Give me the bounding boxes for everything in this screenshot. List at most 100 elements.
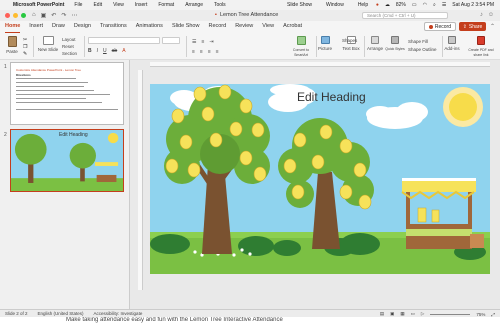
tab-acrobat[interactable]: Acrobat xyxy=(283,21,302,33)
record-label: Record xyxy=(434,23,451,30)
shape-fill-button[interactable]: Shape Fill xyxy=(408,38,437,46)
shapes-button[interactable]: Shapes xyxy=(342,38,357,43)
zoom-level[interactable]: 75% xyxy=(476,312,485,317)
quick-styles-label: Quick Styles xyxy=(385,47,405,51)
menu-view[interactable]: View xyxy=(113,2,124,8)
tab-animations[interactable]: Animations xyxy=(136,21,163,33)
align-center-icon[interactable]: ≡ xyxy=(200,49,203,55)
search-input[interactable]: Search (Cmd + Ctrl + U) xyxy=(362,12,448,19)
record-status-icon[interactable]: ● xyxy=(376,2,379,8)
horizontal-ruler xyxy=(150,62,490,67)
save-icon[interactable]: ▣ xyxy=(41,12,47,19)
quick-styles-button[interactable]: Quick Styles xyxy=(385,36,405,51)
tab-home[interactable]: Home xyxy=(5,21,21,33)
bold-icon[interactable]: B xyxy=(88,48,92,54)
window-title-bar: ⌂ ▣ ↶ ↷ ⋯ ▪ Lemon Tree Attendance Search… xyxy=(0,10,500,21)
cloud-icon[interactable]: ☁ xyxy=(385,2,390,8)
vertical-ruler xyxy=(138,70,143,290)
numbering-icon[interactable]: ≡ xyxy=(201,39,204,45)
spotlight-icon[interactable]: ⌕ xyxy=(433,2,436,8)
add-ins-label: Add-ins xyxy=(444,46,460,51)
menu-arrange[interactable]: Arrange xyxy=(185,2,203,8)
convert-smartart-button[interactable]: Convert to SmartArt xyxy=(288,36,314,57)
slide-heading[interactable]: Edit Heading xyxy=(297,90,366,104)
slide-thumbnail-1[interactable]: Customize Attendance PowerPoint - Lemon … xyxy=(10,62,124,125)
font-color-icon[interactable]: A xyxy=(122,48,125,54)
font-size-field[interactable] xyxy=(162,37,180,44)
record-button[interactable]: Record xyxy=(423,22,456,31)
font-name-field[interactable] xyxy=(88,37,160,44)
redo-icon[interactable]: ↷ xyxy=(61,12,66,19)
copy-icon[interactable]: ❐ xyxy=(23,44,27,50)
notifications-icon[interactable]: ♪ xyxy=(480,12,483,18)
clock[interactable]: Sat Aug 2 3:54 PM xyxy=(452,2,494,8)
new-slide-button[interactable]: New Slide xyxy=(37,36,59,52)
section-button[interactable]: Section xyxy=(62,50,77,57)
tab-slide-show[interactable]: Slide Show xyxy=(172,21,200,33)
italic-icon[interactable]: I xyxy=(97,48,98,54)
align-left-icon[interactable]: ≡ xyxy=(192,49,195,55)
strikethrough-icon[interactable]: ab xyxy=(112,48,118,54)
tab-view[interactable]: View xyxy=(262,21,274,33)
justify-icon[interactable]: ≡ xyxy=(216,49,219,55)
bullets-icon[interactable]: ☰ xyxy=(192,39,196,45)
tab-insert[interactable]: Insert xyxy=(29,21,43,33)
paste-button[interactable]: Paste xyxy=(4,36,20,54)
align-right-icon[interactable]: ≡ xyxy=(208,49,211,55)
battery-icon[interactable]: ▭ xyxy=(412,2,417,8)
reset-button[interactable]: Reset xyxy=(62,43,77,50)
menu-insert[interactable]: Insert xyxy=(135,2,148,8)
sun xyxy=(443,87,483,127)
macos-menu-bar: Microsoft PowerPoint File Edit View Inse… xyxy=(0,0,500,10)
undo-icon[interactable]: ↶ xyxy=(51,12,56,19)
pdf-icon xyxy=(477,36,485,45)
caption-text: Make taking attendance easy and fun with… xyxy=(0,317,500,325)
zoom-window-button[interactable] xyxy=(21,13,26,18)
slide2-thumbnail-image xyxy=(11,130,123,191)
slide-thumbnail-2[interactable]: Edit Heading xyxy=(10,129,124,192)
accessibility-status[interactable]: Accessibility: Investigate xyxy=(94,311,143,316)
tab-draw[interactable]: Draw xyxy=(52,21,65,33)
menu-tools[interactable]: Tools xyxy=(214,2,226,8)
create-pdf-button[interactable]: Create PDF and share link xyxy=(466,36,496,57)
fit-slide-icon[interactable]: ⤢ xyxy=(491,312,495,317)
share-icon: ⇪ xyxy=(462,23,467,30)
format-painter-icon[interactable]: ✎ xyxy=(23,51,27,57)
zoom-slider[interactable] xyxy=(430,313,471,315)
status-bar: Slide 2 of 2 English (United States) Acc… xyxy=(0,309,500,317)
picture-button[interactable]: Picture xyxy=(318,36,332,51)
share-label: Share xyxy=(468,23,483,30)
menu-file[interactable]: File xyxy=(74,2,82,8)
collapse-ribbon-icon[interactable]: ⌃ xyxy=(490,23,495,30)
control-center-icon[interactable]: ☰ xyxy=(442,2,446,8)
cut-icon[interactable]: ✂ xyxy=(23,37,27,43)
arrange-icon xyxy=(371,36,379,44)
arrange-button[interactable]: Arrange xyxy=(367,36,383,51)
menu-edit[interactable]: Edit xyxy=(93,2,102,8)
share-button[interactable]: ⇪ Share xyxy=(459,22,486,31)
tab-design[interactable]: Design xyxy=(74,21,91,33)
minimize-window-button[interactable] xyxy=(13,13,18,18)
menu-format[interactable]: Format xyxy=(158,2,174,8)
menu-help[interactable]: Help xyxy=(358,2,368,8)
account-icon[interactable]: ☺ xyxy=(488,12,494,18)
battery-percent: 82% xyxy=(395,2,406,8)
menu-slide-show[interactable]: Slide Show xyxy=(287,2,312,8)
tab-review[interactable]: Review xyxy=(235,21,253,33)
slide-canvas[interactable]: Edit Heading xyxy=(150,84,490,274)
close-window-button[interactable] xyxy=(5,13,10,18)
shape-outline-button[interactable]: Shape Outline xyxy=(408,46,437,54)
language-status[interactable]: English (United States) xyxy=(38,311,84,316)
tab-record[interactable]: Record xyxy=(208,21,226,33)
slide1-thumbnail-title: Customize Attendance PowerPoint - Lemon … xyxy=(16,68,81,72)
underline-icon[interactable]: U xyxy=(103,48,107,54)
menu-window[interactable]: Window xyxy=(326,2,344,8)
add-ins-button[interactable]: Add-ins xyxy=(444,36,460,51)
home-icon[interactable]: ⌂ xyxy=(32,12,36,19)
wifi-icon[interactable]: ◠ xyxy=(423,2,427,8)
more-icon[interactable]: ⋯ xyxy=(71,12,77,19)
tab-transitions[interactable]: Transitions xyxy=(100,21,127,33)
indent-icon[interactable]: ⇥ xyxy=(209,39,213,45)
app-menu[interactable]: Microsoft PowerPoint xyxy=(13,2,64,8)
layout-button[interactable]: Layout xyxy=(62,36,77,43)
